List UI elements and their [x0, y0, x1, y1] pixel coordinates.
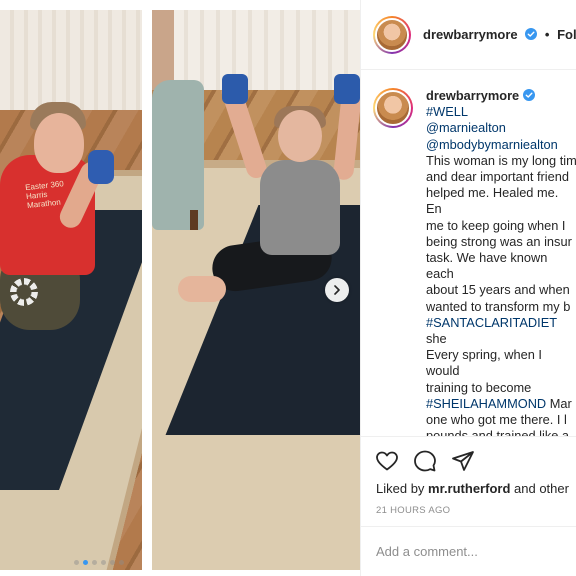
caption-line: wanted to transform my b	[426, 299, 576, 315]
person-face	[278, 110, 322, 162]
caption-text: helped me. Healed me. En	[426, 185, 559, 217]
action-bar	[361, 436, 576, 484]
person-face	[34, 113, 84, 173]
caption-text: one who got me there. I l	[426, 412, 567, 428]
carousel-dot	[92, 560, 97, 565]
caption-line: pounds and trained like a	[426, 428, 576, 436]
caption-line: helped me. Healed me. En	[426, 185, 576, 217]
carousel-next-button[interactable]	[325, 278, 349, 302]
caption-line: Every spring, when I would	[426, 347, 576, 379]
carousel-dot	[119, 560, 124, 565]
wrist-weight	[222, 74, 248, 104]
caption: drewbarrymore #WELL @marniealton @mbodybym…	[426, 88, 576, 436]
comment-input[interactable]	[376, 544, 566, 559]
hashtag-link[interactable]: #WELL	[426, 104, 468, 119]
mention-or-hashtag-link[interactable]: @marniealton	[426, 120, 506, 135]
wrist-weight	[334, 74, 360, 104]
avatar[interactable]	[373, 15, 411, 54]
likes-summary: Liked by mr.rutherford and other	[376, 481, 569, 496]
mention-or-hashtag-link[interactable]: @mbodybymarniealton	[426, 137, 558, 152]
caption-line: drewbarrymore #WELL	[426, 88, 576, 120]
heart-icon[interactable]	[375, 449, 399, 473]
caption-row: drewbarrymore #WELL @marniealton @mbodybym…	[373, 88, 576, 436]
paper-plane-icon[interactable]	[451, 449, 475, 473]
liked-user-link[interactable]: mr.rutherford	[428, 481, 510, 496]
caption-line: #SHEILAHAMMOND Mar	[426, 396, 576, 412]
caption-text: me to keep going when I	[426, 217, 566, 233]
person-feet	[178, 276, 226, 302]
sofa-leg	[190, 210, 198, 230]
caption-text: This woman is my long tim	[426, 152, 576, 168]
follow-button[interactable]: Follow	[557, 27, 576, 42]
caption-text: Mar	[546, 395, 572, 411]
comment-bubble-icon[interactable]	[413, 449, 437, 473]
mention-or-hashtag-link[interactable]: #SANTACLARITADIET	[426, 315, 557, 330]
caption-line: @mbodybymarniealton	[426, 137, 576, 153]
caption-line: training to become	[426, 380, 576, 396]
caption-line: This woman is my long tim	[426, 153, 576, 169]
caption-line: and dear important friend	[426, 169, 576, 185]
post-side-panel: drewbarrymore • Follow drewbarrymore #WE…	[360, 0, 576, 576]
caption-text: wanted to transform my b	[426, 298, 571, 314]
caption-text: training to become	[426, 379, 532, 395]
post-media: Easter 360 Harris Marathon	[0, 0, 360, 576]
post-header: drewbarrymore • Follow	[361, 0, 576, 70]
verified-badge-icon	[525, 28, 538, 40]
carousel-dot	[110, 560, 115, 565]
caption-line: about 15 years and when	[426, 282, 576, 298]
username-link[interactable]: drewbarrymore	[423, 27, 518, 42]
chevron-right-icon	[334, 285, 340, 295]
caption-line: one who got me there. I l	[426, 412, 576, 428]
carousel-dot	[74, 560, 79, 565]
caption-line: being strong was an insur	[426, 234, 576, 250]
caption-text: about 15 years and when	[426, 282, 570, 298]
liked-suffix: and other	[514, 481, 569, 496]
verified-badge-icon	[523, 89, 536, 101]
comments-section: drewbarrymore #WELL @marniealton @mbodybym…	[361, 70, 576, 436]
loading-spinner-icon	[10, 278, 38, 306]
carousel-indicator	[74, 560, 124, 565]
header-username-line: drewbarrymore • Follow	[423, 27, 576, 42]
caption-text: being strong was an insur	[426, 233, 572, 249]
caption-text: Every spring, when I would	[426, 347, 542, 379]
carousel-photo-left: Easter 360 Harris Marathon	[0, 10, 142, 570]
person-grey-shirt	[260, 160, 340, 255]
wrist-weight	[88, 150, 114, 184]
carousel-dot	[83, 560, 88, 565]
caption-text: task. We have known each	[426, 250, 548, 282]
sofa	[152, 80, 204, 230]
post-timestamp[interactable]: 21 HOURS AGO	[376, 505, 450, 516]
caption-username-link[interactable]: drewbarrymore	[426, 88, 519, 103]
avatar[interactable]	[373, 88, 413, 128]
caption-line: #SANTACLARITADIET she	[426, 315, 576, 347]
caption-line: @marniealton	[426, 120, 576, 136]
mention-or-hashtag-link[interactable]: #SHEILAHAMMOND	[426, 396, 546, 411]
caption-line: task. We have known each	[426, 250, 576, 282]
caption-line: me to keep going when I	[426, 218, 576, 234]
caption-text: she	[426, 331, 447, 347]
liked-prefix: Liked by	[376, 481, 425, 496]
carousel-dot	[101, 560, 106, 565]
caption-text: and dear important friend	[426, 169, 569, 185]
separator: •	[544, 27, 550, 42]
add-comment-bar	[361, 526, 576, 576]
caption-text: pounds and trained like a	[426, 428, 570, 436]
